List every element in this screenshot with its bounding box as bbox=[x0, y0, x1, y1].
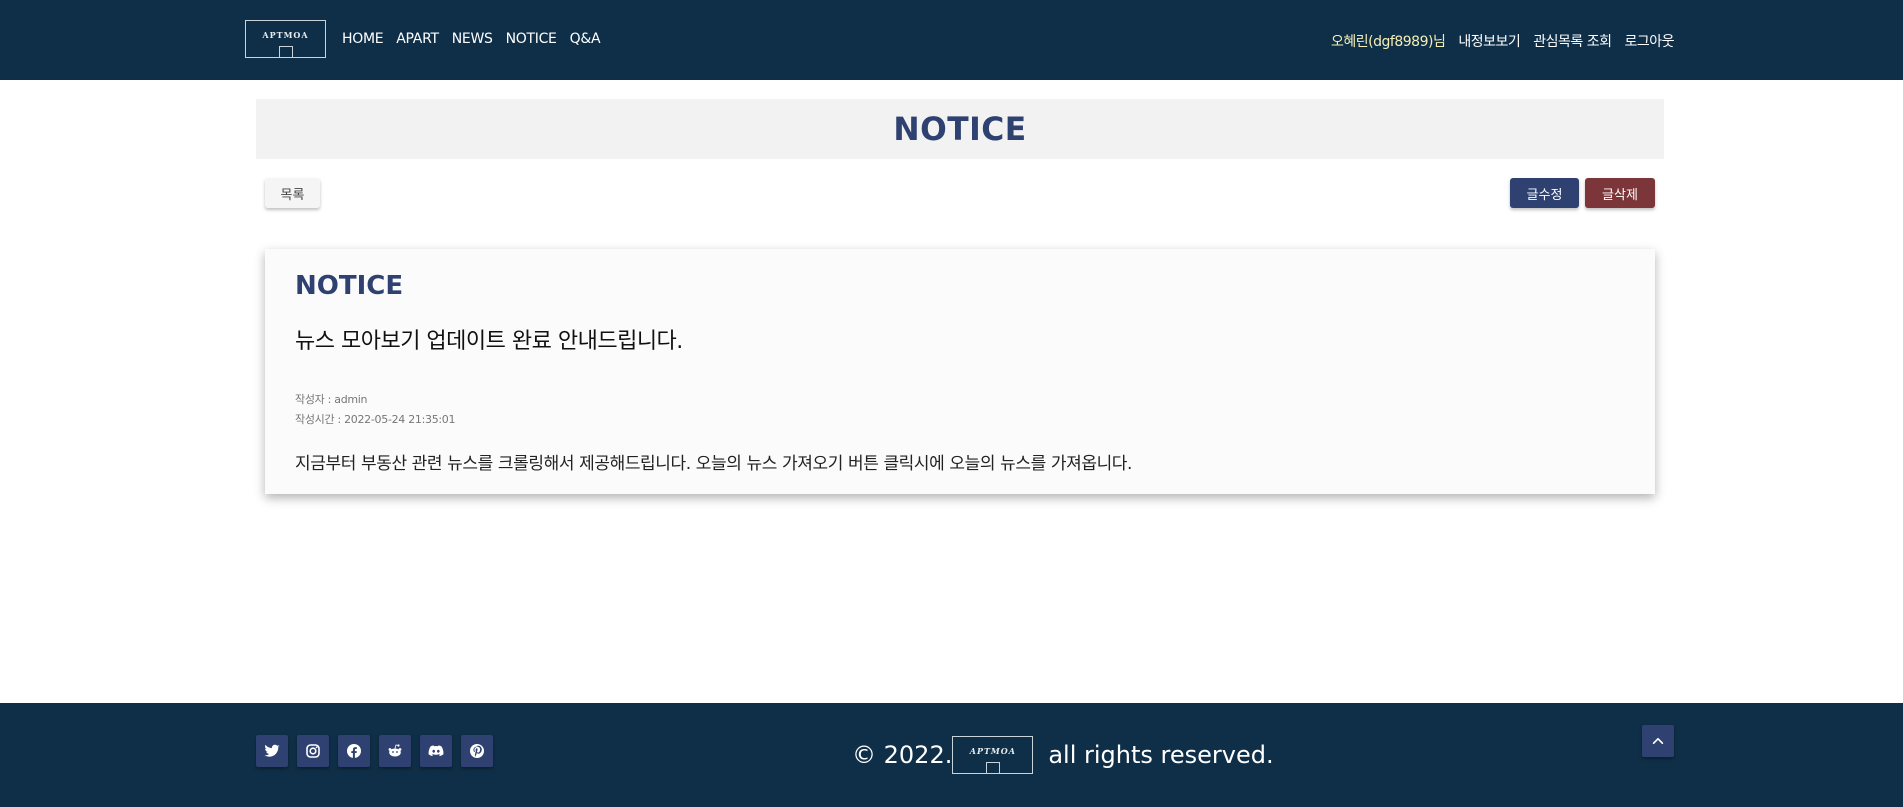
site-logo[interactable]: APTMOA bbox=[245, 20, 326, 58]
copyright-prefix: © 2022. bbox=[852, 741, 953, 769]
chevron-up-icon bbox=[1652, 737, 1664, 745]
my-info-link[interactable]: 내정보보기 bbox=[1458, 31, 1520, 51]
post-author: 작성자 : admin bbox=[295, 393, 368, 406]
nav-notice[interactable]: NOTICE bbox=[506, 31, 557, 47]
main-nav: HOME APART NEWS NOTICE Q&A bbox=[342, 31, 601, 47]
post-timestamp: 작성시간 : 2022-05-24 21:35:01 bbox=[295, 413, 456, 426]
top-navbar: APTMOA HOME APART NEWS NOTICE Q&A 오혜린(dg… bbox=[0, 0, 1903, 80]
delete-post-button[interactable]: 글삭제 bbox=[1585, 178, 1655, 208]
page-title-bar: NOTICE bbox=[256, 99, 1664, 159]
footer: © 2022. APTMOA all rights reserved. bbox=[0, 703, 1903, 807]
edit-post-button[interactable]: 글수정 bbox=[1510, 178, 1579, 208]
discord-icon[interactable] bbox=[420, 735, 452, 767]
logout-link[interactable]: 로그아웃 bbox=[1624, 31, 1674, 51]
pinterest-icon[interactable] bbox=[461, 735, 493, 767]
reddit-icon[interactable] bbox=[379, 735, 411, 767]
page-title: NOTICE bbox=[893, 110, 1027, 148]
nav-news[interactable]: NEWS bbox=[452, 31, 493, 47]
building-icon bbox=[986, 762, 1001, 774]
post-category: NOTICE bbox=[295, 271, 404, 301]
user-greeting: 오혜린(dgf8989)님 bbox=[1331, 34, 1446, 50]
copyright-suffix: all rights reserved. bbox=[1048, 741, 1274, 769]
scroll-to-top-button[interactable] bbox=[1642, 725, 1674, 757]
footer-logo-text: APTMOA bbox=[969, 746, 1016, 756]
copyright: © 2022. APTMOA all rights reserved. bbox=[852, 736, 1274, 774]
post-card: NOTICE 뉴스 모아보기 업데이트 완료 안내드립니다. 작성자 : adm… bbox=[265, 249, 1655, 494]
nav-home[interactable]: HOME bbox=[342, 31, 384, 47]
list-button[interactable]: 목록 bbox=[265, 178, 320, 208]
footer-logo: APTMOA bbox=[952, 736, 1034, 774]
post-title: 뉴스 모아보기 업데이트 완료 안내드립니다. bbox=[295, 329, 683, 354]
post-body: 지금부터 부동산 관련 뉴스를 크롤링해서 제공해드립니다. 오늘의 뉴스 가져… bbox=[295, 454, 1133, 474]
twitter-icon[interactable] bbox=[256, 735, 288, 767]
user-menu: 오혜린(dgf8989)님 내정보보기 관심목록 조회 로그아웃 bbox=[1331, 31, 1674, 51]
logo-text: APTMOA bbox=[262, 30, 309, 40]
facebook-icon[interactable] bbox=[338, 735, 370, 767]
nav-qna[interactable]: Q&A bbox=[570, 31, 601, 47]
social-links bbox=[256, 735, 493, 767]
nav-apart[interactable]: APART bbox=[396, 31, 439, 47]
watchlist-link[interactable]: 관심목록 조회 bbox=[1533, 31, 1612, 51]
building-icon bbox=[279, 46, 293, 58]
instagram-icon[interactable] bbox=[297, 735, 329, 767]
